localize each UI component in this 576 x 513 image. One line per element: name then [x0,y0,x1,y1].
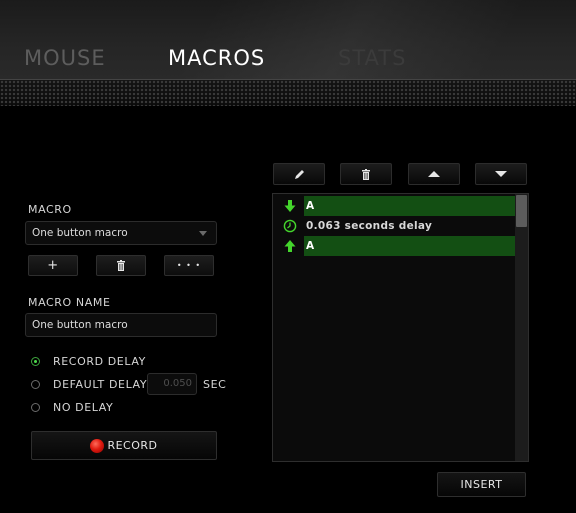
triangle-down-icon [495,171,507,177]
scrollbar-thumb[interactable] [516,195,527,227]
event-row[interactable]: 0.063 seconds delay [273,216,515,236]
record-button-label: RECORD [107,439,158,452]
record-delay-label: RECORD DELAY [53,355,146,368]
move-down-button[interactable] [475,163,527,185]
trash-icon [117,260,125,271]
top-tab-bar: MOUSE MACROS STATS [0,0,576,80]
macro-name-input[interactable]: One button macro [25,313,217,337]
event-text: A [306,200,315,212]
default-delay-input[interactable]: 0.050 [147,373,197,395]
row-highlight [304,236,515,256]
macro-select-value: One button macro [32,227,128,239]
pencil-icon [294,169,304,179]
triangle-up-icon [428,171,440,177]
delete-macro-button[interactable] [96,255,146,276]
event-text: A [306,240,315,252]
insert-button-label: INSERT [460,478,503,491]
default-delay-radio[interactable] [31,380,40,389]
insert-button[interactable]: INSERT [437,472,526,497]
row-highlight [304,196,515,216]
tab-macros[interactable]: MACROS [168,46,265,70]
mesh-strip [0,80,576,106]
record-button[interactable]: RECORD [31,431,217,460]
clock-icon [283,219,297,233]
macro-name-label: MACRO NAME [28,296,111,309]
delete-event-button[interactable] [340,163,392,185]
list-scrollbar[interactable] [515,194,528,461]
macro-select[interactable]: One button macro [25,221,217,245]
record-dot-icon [90,438,105,453]
default-delay-label: DEFAULT DELAY [53,378,148,391]
event-text: 0.063 seconds delay [306,220,433,232]
tab-stats[interactable]: STATS [338,46,406,70]
more-options-button[interactable]: • • • [164,255,214,276]
add-macro-label: + [47,258,59,273]
event-row[interactable]: A [273,196,515,216]
chevron-down-icon [199,231,207,236]
sec-unit-label: SEC [203,378,227,391]
macro-label: MACRO [28,203,72,216]
add-macro-button[interactable]: + [28,255,78,276]
no-delay-radio[interactable] [31,403,40,412]
arrow-up-icon [284,240,296,252]
no-delay-label: NO DELAY [53,401,114,414]
tab-mouse[interactable]: MOUSE [24,46,106,70]
default-delay-value: 0.050 [163,378,192,389]
macro-event-list[interactable]: A 0.063 seconds delay A [272,193,529,462]
trash-icon [362,168,370,180]
more-options-label: • • • [176,261,202,270]
record-delay-radio[interactable] [31,357,40,366]
event-row[interactable]: A [273,236,515,256]
macro-name-value: One button macro [32,319,128,331]
move-up-button[interactable] [408,163,460,185]
edit-event-button[interactable] [273,163,325,185]
arrow-down-icon [284,200,296,212]
